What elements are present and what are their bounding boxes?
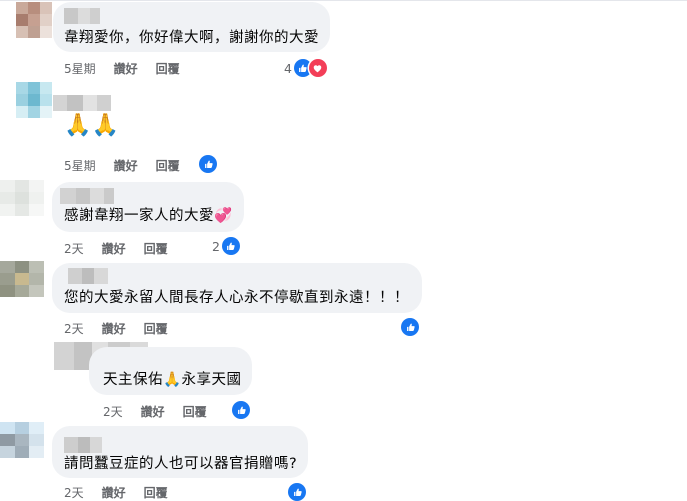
like-icon bbox=[232, 401, 250, 419]
reply-action[interactable]: 回覆 bbox=[156, 157, 180, 174]
comment-text: 您的大愛永留人間長存人心永不停歇直到永遠！！！ bbox=[64, 290, 409, 306]
reaction-summary[interactable]: 2 bbox=[212, 237, 240, 255]
reply-action[interactable]: 回覆 bbox=[144, 240, 168, 257]
reaction-summary[interactable] bbox=[199, 155, 217, 173]
reply-action[interactable]: 回覆 bbox=[183, 403, 207, 420]
reaction-count: 2 bbox=[212, 238, 220, 254]
author-name-blurred[interactable] bbox=[60, 188, 114, 204]
avatar-blurred[interactable] bbox=[0, 422, 44, 458]
avatar-blurred[interactable] bbox=[16, 82, 52, 118]
reaction-summary[interactable] bbox=[288, 483, 306, 501]
top-divider bbox=[0, 0, 687, 1]
reaction-summary[interactable] bbox=[401, 318, 419, 336]
like-icon bbox=[221, 237, 240, 255]
avatar-blurred[interactable] bbox=[0, 180, 44, 216]
reaction-count: 4 bbox=[284, 60, 292, 76]
comment-text: 🙏🙏 bbox=[64, 113, 120, 138]
like-icon bbox=[288, 483, 306, 501]
comment-text: 請問蠶豆症的人也可以器官捐贈嗎? bbox=[64, 456, 298, 472]
reaction-summary[interactable] bbox=[232, 401, 250, 419]
author-name-blurred[interactable] bbox=[68, 268, 108, 284]
comment-meta: 5星期 讚好 回覆 bbox=[64, 157, 198, 174]
comment-time[interactable]: 2天 bbox=[64, 484, 84, 501]
like-icon bbox=[199, 155, 217, 173]
comment-meta: 5星期 讚好 回覆 bbox=[64, 60, 198, 77]
comment-meta: 2天 讚好 回覆 bbox=[64, 240, 186, 257]
author-name-blurred[interactable] bbox=[64, 8, 100, 24]
comment-meta: 2天 讚好 回覆 bbox=[64, 484, 186, 501]
love-icon bbox=[308, 59, 327, 77]
comment-text: 天主保佑🙏永享天國 bbox=[103, 372, 242, 388]
like-action[interactable]: 讚好 bbox=[141, 403, 165, 420]
like-action[interactable]: 讚好 bbox=[114, 60, 138, 77]
like-action[interactable]: 讚好 bbox=[102, 240, 126, 257]
comment-meta: 2天 讚好 回覆 bbox=[103, 403, 225, 420]
reaction-summary[interactable]: 4 bbox=[284, 59, 327, 77]
author-name-blurred[interactable] bbox=[53, 95, 111, 111]
avatar-blurred[interactable] bbox=[16, 2, 52, 38]
avatar-blurred[interactable] bbox=[0, 261, 44, 297]
reply-action[interactable]: 回覆 bbox=[144, 484, 168, 501]
reply-action[interactable]: 回覆 bbox=[156, 60, 180, 77]
like-action[interactable]: 讚好 bbox=[102, 320, 126, 337]
comment-text: 感謝韋翔一家人的大愛💞 bbox=[64, 208, 233, 224]
comment-text: 韋翔愛你，你好偉大啊，謝謝你的大愛 bbox=[64, 30, 319, 46]
comment-time[interactable]: 2天 bbox=[64, 320, 84, 337]
author-name-blurred[interactable] bbox=[64, 437, 102, 453]
like-action[interactable]: 讚好 bbox=[102, 484, 126, 501]
comment-time[interactable]: 5星期 bbox=[64, 60, 96, 77]
comment-time[interactable]: 2天 bbox=[103, 403, 123, 420]
like-action[interactable]: 讚好 bbox=[114, 157, 138, 174]
comment-time[interactable]: 2天 bbox=[64, 240, 84, 257]
comment-meta: 2天 讚好 回覆 bbox=[64, 320, 186, 337]
reply-action[interactable]: 回覆 bbox=[144, 320, 168, 337]
comment-time[interactable]: 5星期 bbox=[64, 157, 96, 174]
like-icon bbox=[401, 318, 419, 336]
